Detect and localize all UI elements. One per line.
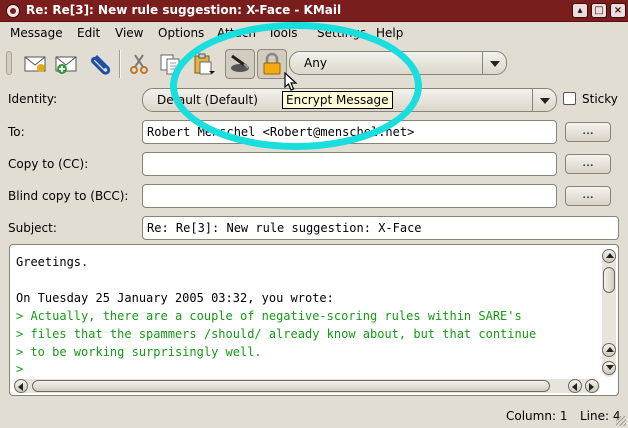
tooltip: Encrypt Message (282, 91, 393, 109)
cc-address-button[interactable]: ... (565, 154, 611, 174)
quoted-line: > to be working surprisingly well. (16, 345, 262, 359)
horizontal-scroll-thumb[interactable] (32, 380, 550, 392)
message-body-editor[interactable]: Greetings. On Tuesday 25 January 2005 03… (9, 244, 619, 396)
horizontal-scrollbar[interactable] (14, 379, 600, 393)
chevron-down-icon[interactable] (532, 89, 556, 111)
chevron-down-icon[interactable] (482, 52, 506, 74)
minimize-icon[interactable]: ▴ (572, 3, 588, 18)
menu-message[interactable]: Message (10, 26, 63, 40)
resize-grip[interactable] (616, 416, 626, 426)
mouse-cursor-icon (284, 72, 298, 91)
subject-field[interactable]: Re: Re[3]: New rule suggestion: X-Face (142, 216, 619, 240)
cut-icon[interactable] (124, 49, 154, 79)
body-line: On Tuesday 25 January 2005 03:32, you wr… (16, 291, 334, 305)
scroll-left-icon[interactable] (568, 379, 582, 393)
body-line: Greetings. (16, 255, 89, 269)
scroll-up-icon[interactable] (602, 249, 616, 263)
to-address-button[interactable]: ... (565, 122, 611, 142)
to-label: To: (8, 125, 25, 139)
identity-label: Identity: (8, 92, 58, 106)
queue-mail-icon[interactable] (51, 49, 81, 79)
scroll-right-icon[interactable] (585, 379, 599, 393)
window-menu-icon[interactable] (6, 4, 20, 18)
bcc-label: Blind copy to (BCC): (8, 189, 129, 203)
quoted-line: > files that the spammers /should/ alrea… (16, 327, 537, 341)
vertical-scroll-thumb[interactable] (603, 267, 615, 293)
vertical-scrollbar[interactable] (602, 249, 616, 377)
status-line: Line: 4 (580, 409, 621, 423)
quoted-line: > (16, 362, 24, 376)
bcc-field[interactable] (142, 184, 557, 208)
scroll-down-icon[interactable] (602, 361, 616, 375)
close-icon[interactable]: × (610, 3, 626, 18)
window-title: Re: Re[3]: New rule suggestion: X-Face -… (26, 3, 342, 17)
menu-view[interactable]: View (115, 26, 143, 40)
send-mail-icon[interactable] (20, 49, 50, 79)
toolbar-separator (119, 50, 121, 78)
status-column: Column: 1 (506, 409, 568, 423)
scroll-up-icon[interactable] (602, 343, 616, 357)
subject-label: Subject: (8, 221, 57, 235)
attach-file-icon[interactable] (86, 49, 116, 79)
menu-options[interactable]: Options (158, 26, 204, 40)
sticky-label: Sticky (582, 92, 618, 106)
maximize-icon[interactable]: □ (591, 3, 607, 18)
toolbar-grip[interactable] (6, 51, 12, 75)
menu-edit[interactable]: Edit (77, 26, 100, 40)
cc-field[interactable] (142, 152, 557, 176)
cc-label: Copy to (CC): (8, 157, 89, 171)
sticky-checkbox[interactable] (563, 92, 576, 105)
title-bar: Re: Re[3]: New rule suggestion: X-Face -… (0, 0, 628, 22)
scroll-left-icon[interactable] (14, 379, 28, 393)
bcc-address-button[interactable]: ... (565, 186, 611, 206)
quoted-line: > Actually, there are a couple of negati… (16, 309, 522, 323)
